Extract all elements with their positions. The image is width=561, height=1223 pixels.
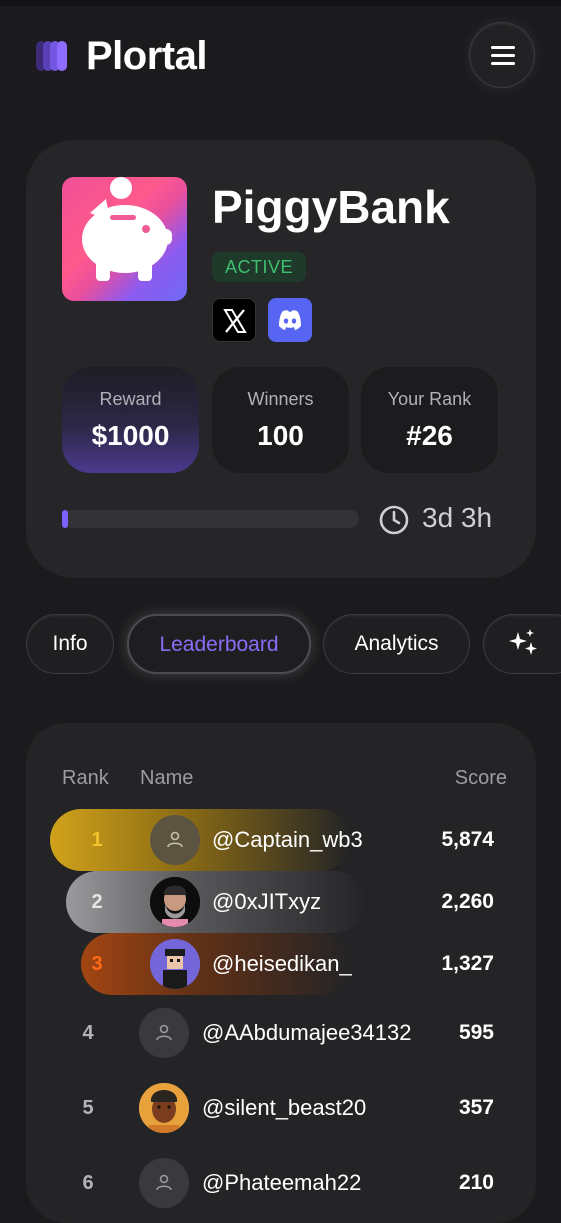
stat-label: Reward bbox=[99, 389, 162, 409]
rank-cell: 2 bbox=[91, 891, 103, 913]
leaderboard-table: Rank Name Score 1 @Captain_wb3 5,874 2 @… bbox=[26, 723, 536, 1223]
score-cell: 595 bbox=[458, 1021, 494, 1044]
username: @Phateemah22 bbox=[202, 1170, 362, 1195]
x-logo-icon bbox=[223, 309, 247, 333]
piggy-bank-icon bbox=[82, 177, 172, 281]
avatar bbox=[150, 939, 200, 989]
rank-cell: 3 bbox=[91, 953, 103, 975]
table-row[interactable]: 4 @AAbdumajee34132 595 bbox=[26, 1002, 536, 1064]
table-row[interactable]: 5 @silent_beast20 357 bbox=[26, 1077, 536, 1139]
status-badge: ACTIVE bbox=[212, 252, 307, 282]
time-left: 3d 3h bbox=[422, 502, 493, 533]
progress-fill bbox=[62, 510, 68, 528]
avatar bbox=[150, 877, 200, 927]
name-header: Name bbox=[140, 767, 194, 789]
score-cell: 1,327 bbox=[441, 952, 494, 975]
score-cell: 2,260 bbox=[441, 890, 494, 913]
app-title: Plortal bbox=[86, 34, 207, 78]
tab-analytics[interactable]: Analytics bbox=[323, 614, 470, 674]
score-header: Score bbox=[454, 767, 507, 789]
tab-leaderboard[interactable]: Leaderboard bbox=[127, 614, 311, 674]
tab-label: Analytics bbox=[354, 632, 439, 655]
piggy-bank-logo bbox=[62, 177, 187, 301]
user-avatar-image bbox=[150, 939, 200, 989]
score-cell: 210 bbox=[458, 1171, 494, 1194]
menu-button[interactable] bbox=[469, 22, 535, 88]
default-user-icon bbox=[167, 831, 183, 848]
app-header: Plortal bbox=[0, 6, 561, 106]
stat-value: $1000 bbox=[91, 420, 170, 451]
username: @silent_beast20 bbox=[202, 1095, 367, 1120]
tab-sparkles[interactable] bbox=[483, 614, 561, 674]
stat-label: Your Rank bbox=[387, 389, 472, 409]
hamburger-menu-icon-bar bbox=[491, 62, 515, 65]
username: @Captain_wb3 bbox=[212, 827, 363, 852]
clock-icon bbox=[379, 505, 409, 535]
username: @AAbdumajee34132 bbox=[202, 1020, 412, 1045]
rank-cell: 5 bbox=[82, 1097, 94, 1119]
your-rank-stat: Your Rank #26 bbox=[361, 367, 498, 473]
plortal-logo-icon bbox=[36, 41, 68, 71]
avatar bbox=[139, 1083, 189, 1133]
user-avatar-image bbox=[139, 1083, 189, 1133]
reward-stat: Reward $1000 bbox=[62, 367, 199, 473]
user-avatar-image bbox=[150, 877, 200, 927]
rank-cell: 4 bbox=[82, 1022, 94, 1044]
default-user-icon bbox=[156, 1174, 172, 1191]
hamburger-menu-icon-bar bbox=[491, 54, 515, 57]
avatar bbox=[150, 815, 200, 865]
winners-stat: Winners 100 bbox=[212, 367, 349, 473]
avatar bbox=[139, 1158, 189, 1208]
quest-title: PiggyBank bbox=[212, 181, 450, 233]
sparkles-icon bbox=[509, 629, 537, 655]
stat-value: #26 bbox=[406, 420, 453, 451]
username: @0xJITxyz bbox=[212, 889, 322, 914]
hamburger-menu-icon bbox=[491, 46, 515, 49]
time-progress-bar bbox=[62, 510, 359, 528]
discord-link[interactable] bbox=[268, 298, 312, 342]
default-user-icon bbox=[156, 1024, 172, 1041]
tab-info[interactable]: Info bbox=[26, 614, 114, 674]
score-cell: 5,874 bbox=[441, 828, 494, 851]
rank-cell: 6 bbox=[82, 1172, 94, 1194]
x-link[interactable] bbox=[212, 298, 256, 342]
table-row[interactable]: 2 @0xJITxyz 2,260 bbox=[26, 871, 536, 933]
table-row[interactable]: 1 @Captain_wb3 5,874 bbox=[26, 809, 536, 871]
rank-header: Rank bbox=[62, 767, 109, 789]
score-cell: 357 bbox=[458, 1096, 494, 1119]
quest-card: PiggyBank ACTIVE Reward $1000 Winners 10… bbox=[26, 140, 536, 578]
rank-cell: 1 bbox=[91, 829, 103, 851]
discord-icon bbox=[279, 310, 301, 330]
tab-label: Leaderboard bbox=[159, 633, 279, 656]
table-row[interactable]: 3 @heisedikan_ 1,327 bbox=[26, 933, 536, 995]
table-row[interactable]: 6 @Phateemah22 210 bbox=[26, 1152, 536, 1214]
avatar bbox=[139, 1008, 189, 1058]
tab-label: Info bbox=[52, 632, 88, 655]
username: @heisedikan_ bbox=[212, 951, 352, 976]
stat-value: 100 bbox=[257, 420, 304, 451]
stat-label: Winners bbox=[247, 389, 314, 409]
